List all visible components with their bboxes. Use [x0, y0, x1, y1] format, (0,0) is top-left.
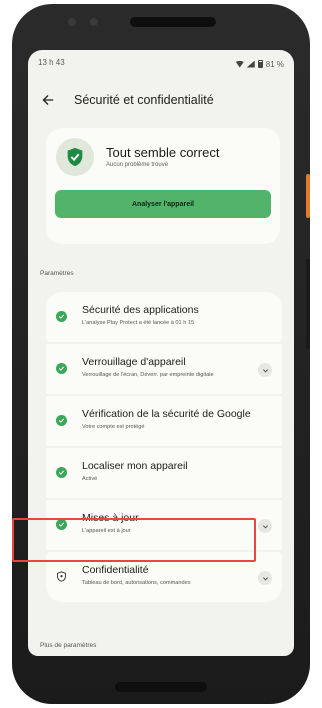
item-title: Sécurité des applications [82, 304, 199, 316]
chevron-down-icon[interactable] [258, 571, 272, 585]
item-title: Confidentialité [82, 564, 149, 576]
status-time: 13 h 43 [38, 58, 65, 67]
check-icon [56, 311, 67, 322]
bottom-speaker [115, 682, 207, 692]
wifi-icon [235, 60, 244, 68]
chevron-down-icon[interactable] [258, 519, 272, 533]
screen: 13 h 43 81 % Sécurité et confidentialité… [28, 50, 294, 656]
section-label-settings: Paramètres [40, 270, 74, 277]
check-icon [56, 467, 67, 478]
highlight-box [12, 518, 256, 562]
status-title: Tout semble correct [106, 145, 220, 160]
shield-check-icon [56, 138, 94, 176]
scan-device-button[interactable]: Analyser l'appareil [55, 190, 271, 218]
settings-item-google-security-check[interactable]: Vérification de la sécurité de Google Vo… [46, 396, 282, 446]
item-title: Verrouillage d'appareil [82, 356, 186, 368]
status-subtitle: Aucun problème trouvé [106, 162, 169, 168]
item-title: Localiser mon appareil [82, 460, 188, 472]
sensor-icon [88, 16, 100, 28]
volume-button[interactable] [306, 259, 310, 349]
chevron-down-icon[interactable] [258, 363, 272, 377]
battery-icon [257, 60, 263, 68]
item-subtitle: Activé [82, 476, 98, 482]
item-title: Vérification de la sécurité de Google [82, 408, 251, 420]
back-arrow-icon[interactable] [38, 90, 58, 110]
top-speaker [130, 17, 216, 27]
check-icon [56, 363, 67, 374]
section-label-more-settings: Plus de paramètres [40, 642, 97, 649]
settings-item-device-lock[interactable]: Verrouillage d'appareil Verrouillage de … [46, 344, 282, 394]
item-subtitle: Tableau de bord, autorisations, commande… [82, 580, 191, 586]
status-icons: 81 % [235, 58, 284, 70]
signal-icon [246, 60, 255, 68]
item-subtitle: Votre compte est protégé [82, 424, 145, 430]
power-button[interactable] [306, 174, 310, 218]
item-subtitle: Verrouillage de l'écran, Déverr. par emp… [82, 372, 214, 378]
battery-level: 81 % [265, 59, 284, 69]
item-subtitle: L'analyse Play Protect a été lancée à 01… [82, 320, 195, 326]
settings-item-app-security[interactable]: Sécurité des applications L'analyse Play… [46, 292, 282, 342]
check-icon [56, 415, 67, 426]
privacy-shield-icon [55, 570, 68, 583]
security-status-card: Tout semble correct Aucun problème trouv… [46, 128, 280, 244]
page-title: Sécurité et confidentialité [74, 93, 214, 107]
app-bar: Sécurité et confidentialité [28, 88, 294, 112]
settings-item-find-my-device[interactable]: Localiser mon appareil Activé [46, 448, 282, 498]
camera-icon [66, 16, 78, 28]
status-bar: 13 h 43 81 % [38, 58, 284, 70]
